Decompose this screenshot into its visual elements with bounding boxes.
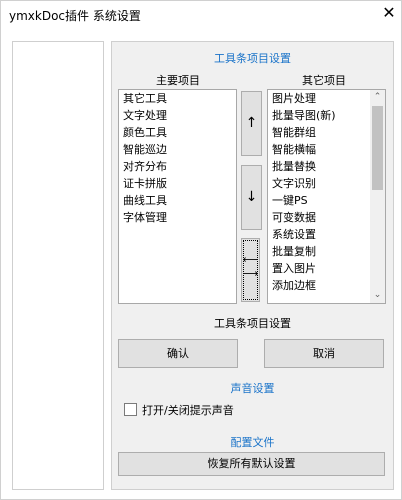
other-list-item[interactable]: 智能群组 xyxy=(268,124,370,141)
other-list-item[interactable]: 可变数据 xyxy=(268,209,370,226)
other-list-item[interactable]: 图片处理 xyxy=(268,90,370,107)
main-list-item[interactable]: 其它工具 xyxy=(119,90,236,107)
main-list-item[interactable]: 字体管理 xyxy=(119,209,236,226)
config-section-title: 配置文件 xyxy=(230,436,275,449)
main-list-item[interactable]: 智能巡边 xyxy=(119,141,236,158)
window-title: ymxkDoc插件 系统设置 xyxy=(9,9,141,23)
other-list-item[interactable]: 一键PS xyxy=(268,192,370,209)
main-items-list[interactable]: 其它工具 文字处理 颜色工具 智能巡边 对齐分布 证卡拼版 曲线工具 字体管理 xyxy=(118,89,237,304)
other-list-item[interactable]: 系统设置 xyxy=(268,226,370,243)
close-icon[interactable]: ✕ xyxy=(379,3,399,23)
other-list-item[interactable]: 置入图片 xyxy=(268,260,370,277)
cancel-button[interactable]: 取消 xyxy=(264,339,384,368)
settings-panel: 工具条项目设置 主要项目 其它项目 其它工具 文字处理 颜色工具 智能巡边 对齐分布 证卡… xyxy=(111,41,394,490)
chevron-up-icon[interactable]: ⌃ xyxy=(370,90,385,105)
move-down-button[interactable]: ↓ xyxy=(241,165,262,230)
main-list-item[interactable]: 曲线工具 xyxy=(119,192,236,209)
restore-defaults-button[interactable]: 恢复所有默认设置 xyxy=(118,452,385,476)
other-list-item[interactable]: 批量替换 xyxy=(268,158,370,175)
scroll-thumb[interactable] xyxy=(372,106,383,190)
left-nav-panel xyxy=(12,41,104,490)
other-list-item[interactable]: 批量导图(新) xyxy=(268,107,370,124)
chevron-down-icon[interactable]: ⌄ xyxy=(370,288,385,303)
sound-toggle-checkbox[interactable] xyxy=(124,403,137,416)
other-list-item[interactable]: 智能横幅 xyxy=(268,141,370,158)
other-list-item[interactable]: 批量复制 xyxy=(268,243,370,260)
confirm-button[interactable]: 确认 xyxy=(118,339,238,368)
move-up-button[interactable]: ↑ xyxy=(241,91,262,156)
main-list-item[interactable]: 颜色工具 xyxy=(119,124,236,141)
sound-section-title: 声音设置 xyxy=(230,382,275,395)
sound-toggle-label[interactable]: 打开/关闭提示声音 xyxy=(142,402,234,418)
other-items-header: 其它项目 xyxy=(302,74,346,87)
main-list-item[interactable]: 对齐分布 xyxy=(119,158,236,175)
toolbar-footer-label: 工具条项目设置 xyxy=(214,317,291,330)
swap-items-button[interactable]: ⟵ ⟶ xyxy=(241,238,260,302)
other-items-scrollbar[interactable]: ⌃ ⌄ xyxy=(370,90,385,303)
main-list-item[interactable]: 证卡拼版 xyxy=(119,175,236,192)
toolbar-section-title: 工具条项目设置 xyxy=(214,52,291,65)
other-list-item[interactable]: 文字识别 xyxy=(268,175,370,192)
other-items: 图片处理 批量导图(新) 智能群组 智能横幅 批量替换 文字识别 一键PS 可变数据 系统设置批… xyxy=(268,90,370,294)
main-list-item[interactable]: 文字处理 xyxy=(119,107,236,124)
window: ymxkDoc插件 系统设置 ✕ 工具条项目设置 主要项目 其它项目 其它工具文… xyxy=(0,0,402,500)
main-items-header: 主要项目 xyxy=(156,74,200,87)
other-items-list[interactable]: 图片处理 批量导图(新) 智能群组 智能横幅 批量替换 文字识别 一键PS 可变数据 系统设置批… xyxy=(267,89,386,304)
other-list-item[interactable]: 添加边框 xyxy=(268,277,370,294)
